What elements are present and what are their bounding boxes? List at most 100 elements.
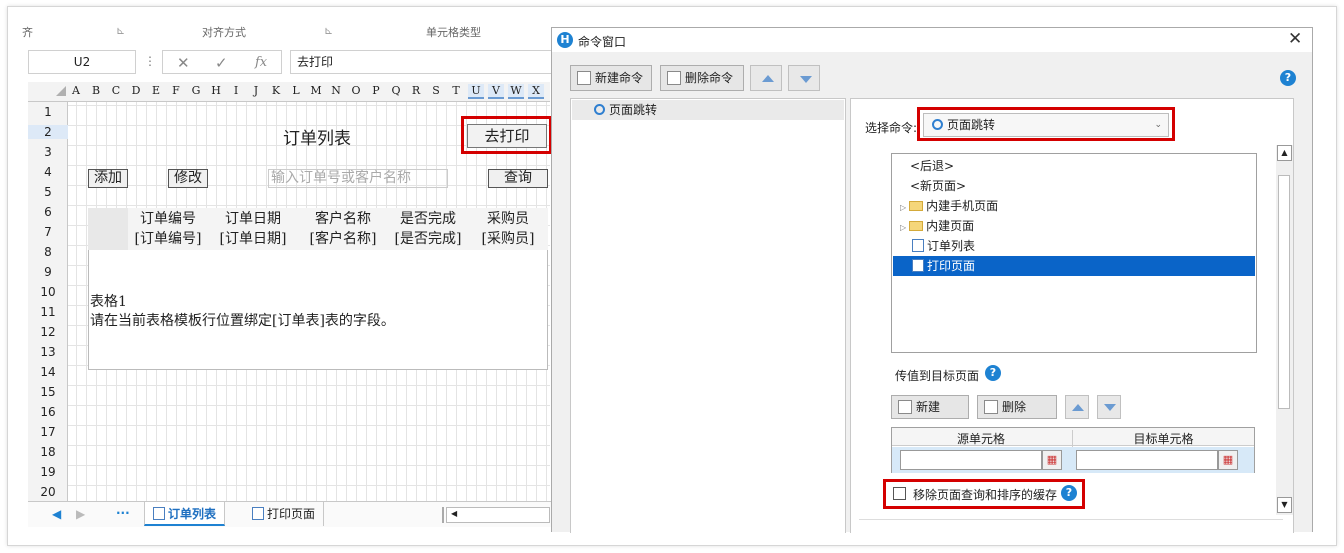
- row-header[interactable]: 8: [28, 245, 68, 259]
- param-up-button[interactable]: [1065, 395, 1089, 419]
- column-header[interactable]: D: [128, 84, 144, 97]
- fx-icon[interactable]: fx: [255, 55, 267, 70]
- new-param-button[interactable]: 新建: [891, 395, 969, 419]
- move-up-button[interactable]: [750, 65, 782, 91]
- column-header[interactable]: C: [108, 84, 124, 97]
- confirm-icon[interactable]: ✓: [215, 54, 228, 72]
- dialog-launcher-icon[interactable]: ⊾: [324, 24, 333, 37]
- tab-order-list[interactable]: 订单列表: [144, 502, 226, 526]
- more-sheets-icon[interactable]: ···: [116, 506, 130, 520]
- column-header[interactable]: S: [428, 84, 444, 97]
- row-header[interactable]: 5: [28, 185, 68, 199]
- column-header[interactable]: F: [168, 84, 184, 97]
- row-header[interactable]: 2: [28, 125, 68, 139]
- expand-icon[interactable]: ▷: [900, 203, 906, 212]
- column-header[interactable]: N: [328, 84, 344, 97]
- tree-item-newpage[interactable]: <新页面>: [910, 176, 966, 196]
- expand-icon[interactable]: ▷: [900, 223, 906, 232]
- column-header[interactable]: Q: [388, 84, 404, 97]
- column-header[interactable]: B: [88, 84, 104, 97]
- row-header[interactable]: 12: [28, 325, 68, 339]
- tab-splitter[interactable]: [442, 507, 444, 523]
- column-header[interactable]: T: [448, 84, 464, 97]
- column-header[interactable]: I: [228, 84, 244, 97]
- row-header[interactable]: 9: [28, 265, 68, 279]
- row-header[interactable]: 10: [28, 285, 68, 299]
- prev-sheet-icon[interactable]: ◀: [52, 507, 61, 521]
- dialog-launcher-icon[interactable]: ⊾: [116, 24, 125, 37]
- row-header[interactable]: 17: [28, 425, 68, 439]
- new-command-button[interactable]: 新建命令: [570, 65, 652, 91]
- row-header[interactable]: 1: [28, 105, 68, 119]
- query-button[interactable]: 查询: [488, 169, 548, 188]
- column-header[interactable]: X: [528, 84, 544, 99]
- edit-button[interactable]: 修改: [168, 169, 208, 188]
- column-header[interactable]: A: [68, 84, 84, 97]
- page-tree[interactable]: <后退> <新页面> ▷ 内建手机页面 ▷ 内建页面 订单列表 打印页面: [891, 153, 1257, 353]
- column-header[interactable]: O: [348, 84, 364, 97]
- column-header[interactable]: L: [288, 84, 304, 97]
- tree-item-back[interactable]: <后退>: [910, 156, 954, 176]
- help-icon[interactable]: ?: [1280, 70, 1296, 86]
- horizontal-scrollbar[interactable]: ◀: [446, 507, 550, 523]
- vertical-scrollbar[interactable]: ▲ ▼: [1276, 145, 1293, 515]
- list-item[interactable]: 页面跳转: [572, 100, 844, 120]
- name-box[interactable]: U2: [28, 50, 136, 74]
- column-header[interactable]: M: [308, 84, 324, 97]
- column-header[interactable]: H: [208, 84, 224, 97]
- row-header[interactable]: 14: [28, 365, 68, 379]
- cell-picker-icon[interactable]: ▦: [1218, 450, 1238, 470]
- row-header[interactable]: 11: [28, 305, 68, 319]
- column-header[interactable]: J: [248, 84, 264, 97]
- source-cell-input[interactable]: [900, 450, 1042, 470]
- row-header[interactable]: 16: [28, 405, 68, 419]
- next-sheet-icon[interactable]: ▶: [76, 507, 85, 521]
- column-header[interactable]: P: [368, 84, 384, 97]
- tree-item-mobile[interactable]: ▷ 内建手机页面: [900, 196, 998, 216]
- add-button[interactable]: 添加: [88, 169, 128, 188]
- tab-print-page[interactable]: 打印页面: [244, 502, 325, 526]
- select-all-icon[interactable]: [56, 86, 66, 96]
- table-cell[interactable]: [是否完成]: [388, 229, 468, 249]
- column-header[interactable]: E: [148, 84, 164, 97]
- row-header[interactable]: 6: [28, 205, 68, 219]
- row-header[interactable]: 7: [28, 225, 68, 239]
- column-header[interactable]: K: [268, 84, 284, 97]
- row-header[interactable]: 20: [28, 485, 68, 499]
- move-down-button[interactable]: [788, 65, 820, 91]
- tree-item-print-page[interactable]: 打印页面: [893, 256, 1255, 276]
- tree-item-builtin[interactable]: ▷ 内建页面: [900, 216, 974, 236]
- tree-item-order-list[interactable]: 订单列表: [912, 236, 975, 256]
- help-icon[interactable]: ?: [985, 365, 1001, 381]
- scroll-down-icon[interactable]: ▼: [1277, 497, 1292, 513]
- target-cell-input[interactable]: [1076, 450, 1218, 470]
- row-header[interactable]: 4: [28, 165, 68, 179]
- column-header[interactable]: G: [188, 84, 204, 97]
- column-header[interactable]: U: [468, 84, 484, 99]
- cell-picker-icon[interactable]: ▦: [1042, 450, 1062, 470]
- scroll-thumb[interactable]: [1278, 175, 1290, 409]
- command-list[interactable]: 页面跳转: [570, 98, 846, 533]
- table-cell[interactable]: [订单日期]: [208, 229, 298, 249]
- cancel-icon[interactable]: ✕: [177, 54, 190, 72]
- column-header[interactable]: W: [508, 84, 524, 99]
- close-icon[interactable]: ✕: [1288, 29, 1302, 49]
- scroll-up-icon[interactable]: ▲: [1277, 145, 1292, 161]
- row-header[interactable]: 15: [28, 385, 68, 399]
- delete-command-button[interactable]: 删除命令: [660, 65, 744, 91]
- row-header[interactable]: 13: [28, 345, 68, 359]
- column-header[interactable]: V: [488, 84, 504, 99]
- search-input[interactable]: 输入订单号或客户名称: [268, 169, 448, 188]
- column-header[interactable]: R: [408, 84, 424, 97]
- table-row[interactable]: ▦ ▦: [892, 447, 1254, 473]
- table-cell[interactable]: [客户名称]: [298, 229, 388, 249]
- row-header[interactable]: 19: [28, 465, 68, 479]
- scroll-left-icon[interactable]: ◀: [451, 509, 457, 518]
- table-cell[interactable]: [采购员]: [468, 229, 548, 249]
- delete-param-button[interactable]: 删除: [977, 395, 1057, 419]
- row-header[interactable]: 18: [28, 445, 68, 459]
- param-down-button[interactable]: [1097, 395, 1121, 419]
- table-cell[interactable]: [订单编号]: [128, 229, 208, 249]
- formula-input[interactable]: 去打印: [290, 50, 552, 74]
- row-header[interactable]: 3: [28, 145, 68, 159]
